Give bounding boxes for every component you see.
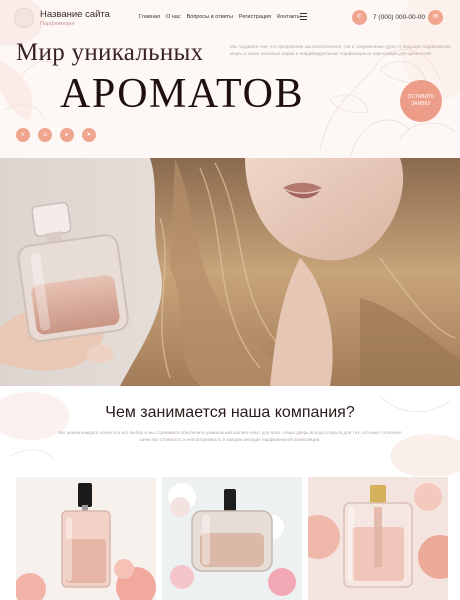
product-gallery <box>16 477 448 600</box>
perfume-photo <box>162 477 302 600</box>
about-title: Чем занимается наша компания? <box>105 404 355 421</box>
product-card[interactable] <box>162 477 302 600</box>
hero-title-line2: АРОМАТОВ <box>60 71 304 117</box>
perfume-photo <box>16 477 156 600</box>
nav-item-about[interactable]: О нас <box>166 14 181 20</box>
woman-with-perfume-photo <box>0 158 460 386</box>
nav-item-home[interactable]: Главная <box>139 14 160 20</box>
leave-request-button[interactable]: ОСТАВИТЬ ЗАЯВКУ <box>400 80 442 122</box>
hero-section: Название сайта Парфюмерия Главная О нас … <box>0 0 460 158</box>
nav-item-registration[interactable]: Регистрация <box>239 14 271 20</box>
youtube-icon[interactable]: ▸ <box>60 128 74 142</box>
site-subtitle: Парфюмерия <box>40 21 75 27</box>
phone-icon[interactable]: ✆ <box>352 10 367 25</box>
telegram-icon[interactable]: ➤ <box>82 128 96 142</box>
site-name[interactable]: Название сайта <box>40 9 110 20</box>
product-card[interactable] <box>16 477 156 600</box>
callback-icon[interactable]: ✉ <box>428 10 443 25</box>
hero-photo-banner <box>0 158 460 386</box>
vk-icon[interactable]: v <box>16 128 30 142</box>
site-header: Название сайта Парфюмерия Главная О нас … <box>0 0 460 34</box>
hamburger-menu-icon[interactable] <box>300 13 307 20</box>
about-section: Чем занимается наша компания? Мы ценим к… <box>0 386 460 600</box>
about-description: Мы ценим каждого клиента и его выбор и м… <box>58 430 402 443</box>
odnoklassniki-icon[interactable]: o <box>38 128 52 142</box>
main-nav: Главная О нас Вопросы и ответы Регистрац… <box>139 14 301 20</box>
hero-title-line1: Мир уникальных <box>16 39 204 66</box>
social-links: v o ▸ ➤ <box>16 128 96 142</box>
nav-item-faq[interactable]: Вопросы и ответы <box>187 14 233 20</box>
nav-item-contacts[interactable]: Контакты <box>277 14 301 20</box>
logo[interactable] <box>14 8 34 28</box>
product-card[interactable] <box>308 477 448 600</box>
phone-number[interactable]: 7 (000) 000-00-00 <box>373 14 425 21</box>
hero-description: Мы гордимся тем, что предлагаем как клас… <box>230 44 451 56</box>
perfume-photo <box>308 477 448 600</box>
